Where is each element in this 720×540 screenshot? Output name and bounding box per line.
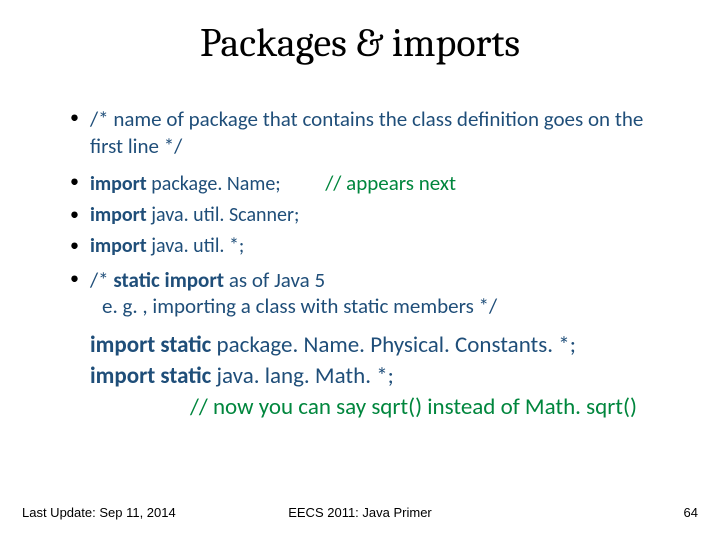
bullet-list: /* name of package that contains the cla… xyxy=(60,106,670,320)
bullet-import-package: import package. Name; // appears next xyxy=(60,170,670,197)
static-import-block: import static package. Name. Physical. C… xyxy=(90,330,670,423)
bullet-static-import: /* static import as of Java 5 e. g. , im… xyxy=(60,267,670,320)
import-target: java. lang. Math. *; xyxy=(211,362,394,390)
import-target: package. Name. Physical. Constants. *; xyxy=(211,331,576,359)
import-target: java. util. *; xyxy=(147,234,245,258)
line-import-constants: import static package. Name. Physical. C… xyxy=(90,330,670,361)
slide: Packages & imports /* name of package th… xyxy=(0,0,720,540)
bullet-import-scanner: import java. util. Scanner; xyxy=(60,203,670,228)
slide-content: /* name of package that contains the cla… xyxy=(60,106,670,423)
line-import-math: import static java. lang. Math. *; xyxy=(90,361,670,392)
bullet-import-wildcard: import java. util. *; xyxy=(60,234,670,259)
comment-text: /* name of package that contains the cla… xyxy=(90,106,643,159)
keyword-import: import xyxy=(90,234,147,258)
comment-suffix: as of Java 5 xyxy=(224,267,325,293)
keyword-import: import xyxy=(90,203,147,227)
comment-open: /* xyxy=(90,267,113,293)
footer-course: EECS 2011: Java Primer xyxy=(22,505,698,520)
footer-page-number: 64 xyxy=(684,505,698,520)
line-sqrt-comment: // now you can say sqrt() instead of Mat… xyxy=(190,392,670,423)
slide-title: Packages & imports xyxy=(0,0,720,66)
bullet-comment: /* name of package that contains the cla… xyxy=(60,106,670,160)
footer: Last Update: Sep 11, 2014 EECS 2011: Jav… xyxy=(22,505,698,520)
keyword-import-static: import static xyxy=(90,362,211,390)
static-import-label: static import xyxy=(113,267,224,293)
static-import-sub: e. g. , importing a class with static me… xyxy=(102,293,670,319)
keyword-import: import xyxy=(90,172,147,196)
import-target: package. Name; xyxy=(147,172,281,196)
import-target: java. util. Scanner; xyxy=(147,203,300,227)
keyword-import-static: import static xyxy=(90,331,211,359)
inline-comment: // appears next xyxy=(325,170,456,196)
